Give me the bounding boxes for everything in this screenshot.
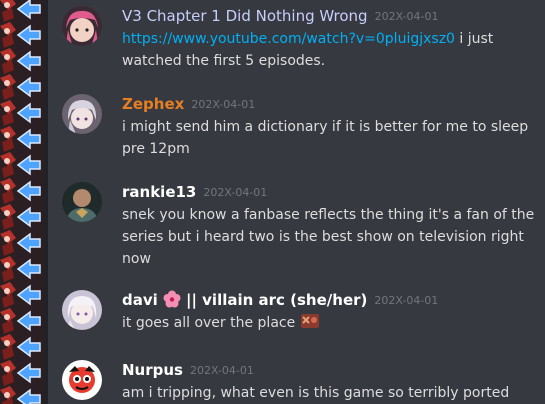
server-icon[interactable]: [0, 334, 44, 360]
avatar-armored-man-icon[interactable]: [62, 182, 102, 222]
author-name[interactable]: davi: [122, 291, 158, 309]
hibiscus-emoji: [163, 290, 181, 313]
message-text: snek you know a fanbase reflects the thi…: [122, 207, 535, 267]
message-text: am i tripping, what even is this game so…: [122, 385, 510, 401]
message-text: i might send him a dictionary if it is b…: [122, 119, 529, 157]
author-name[interactable]: V3 Chapter 1 Did Nothing Wrong: [122, 7, 368, 25]
avatar-pink-hair-icon[interactable]: [62, 6, 102, 46]
message-content: https://www.youtube.com/watch?v=0pluigjx…: [122, 28, 537, 72]
author-suffix[interactable]: || villain arc (she/her): [186, 291, 367, 309]
server-icon[interactable]: [0, 360, 44, 386]
author-name[interactable]: Nurpus: [122, 361, 183, 379]
server-icon[interactable]: [0, 256, 44, 282]
server-sidebar: [0, 0, 48, 404]
timestamp: 202X-04-01: [374, 10, 439, 23]
server-icon[interactable]: [0, 204, 44, 230]
message: Nurpus 202X-04-01 am i tripping, what eve…: [62, 360, 537, 404]
server-icon[interactable]: [0, 152, 44, 178]
message: Zephex 202X-04-01 i might send him a dict…: [62, 94, 537, 157]
avatar-cartoon-icon[interactable]: [62, 360, 102, 400]
message: rankie13 202X-04-01 snek you know a fanba…: [62, 182, 537, 267]
message: V3 Chapter 1 Did Nothing Wrong 202X-04-01…: [62, 6, 537, 69]
reaction-emoji: [300, 312, 320, 337]
message-link[interactable]: https://www.youtube.com/watch?v=0pluigjx…: [122, 31, 455, 47]
server-icon[interactable]: [0, 0, 44, 22]
server-icon[interactable]: [0, 48, 44, 74]
timestamp: 202X-04-01: [189, 364, 254, 377]
message-text: it goes all over the place: [122, 315, 296, 331]
server-icon[interactable]: [0, 230, 44, 256]
server-icon[interactable]: [0, 282, 44, 308]
author-name[interactable]: Zephex: [122, 95, 184, 113]
server-icon[interactable]: [0, 178, 44, 204]
message: davi || villain arc (she/her) 202X-04-01 …: [62, 290, 537, 352]
timestamp: 202X-04-01: [374, 294, 439, 307]
server-icon[interactable]: [0, 386, 44, 404]
server-icon[interactable]: [0, 100, 44, 126]
server-icon[interactable]: [0, 74, 44, 100]
server-icon[interactable]: [0, 308, 44, 334]
author-name[interactable]: rankie13: [122, 183, 196, 201]
avatar-white-hair-icon[interactable]: [62, 290, 102, 330]
timestamp: 202X-04-01: [191, 98, 256, 111]
avatar-silver-hair-icon[interactable]: [62, 94, 102, 134]
message-content: it goes all over the place: [122, 312, 537, 337]
server-icon[interactable]: [0, 22, 44, 48]
server-icon[interactable]: [0, 126, 44, 152]
timestamp: 202X-04-01: [203, 186, 268, 199]
